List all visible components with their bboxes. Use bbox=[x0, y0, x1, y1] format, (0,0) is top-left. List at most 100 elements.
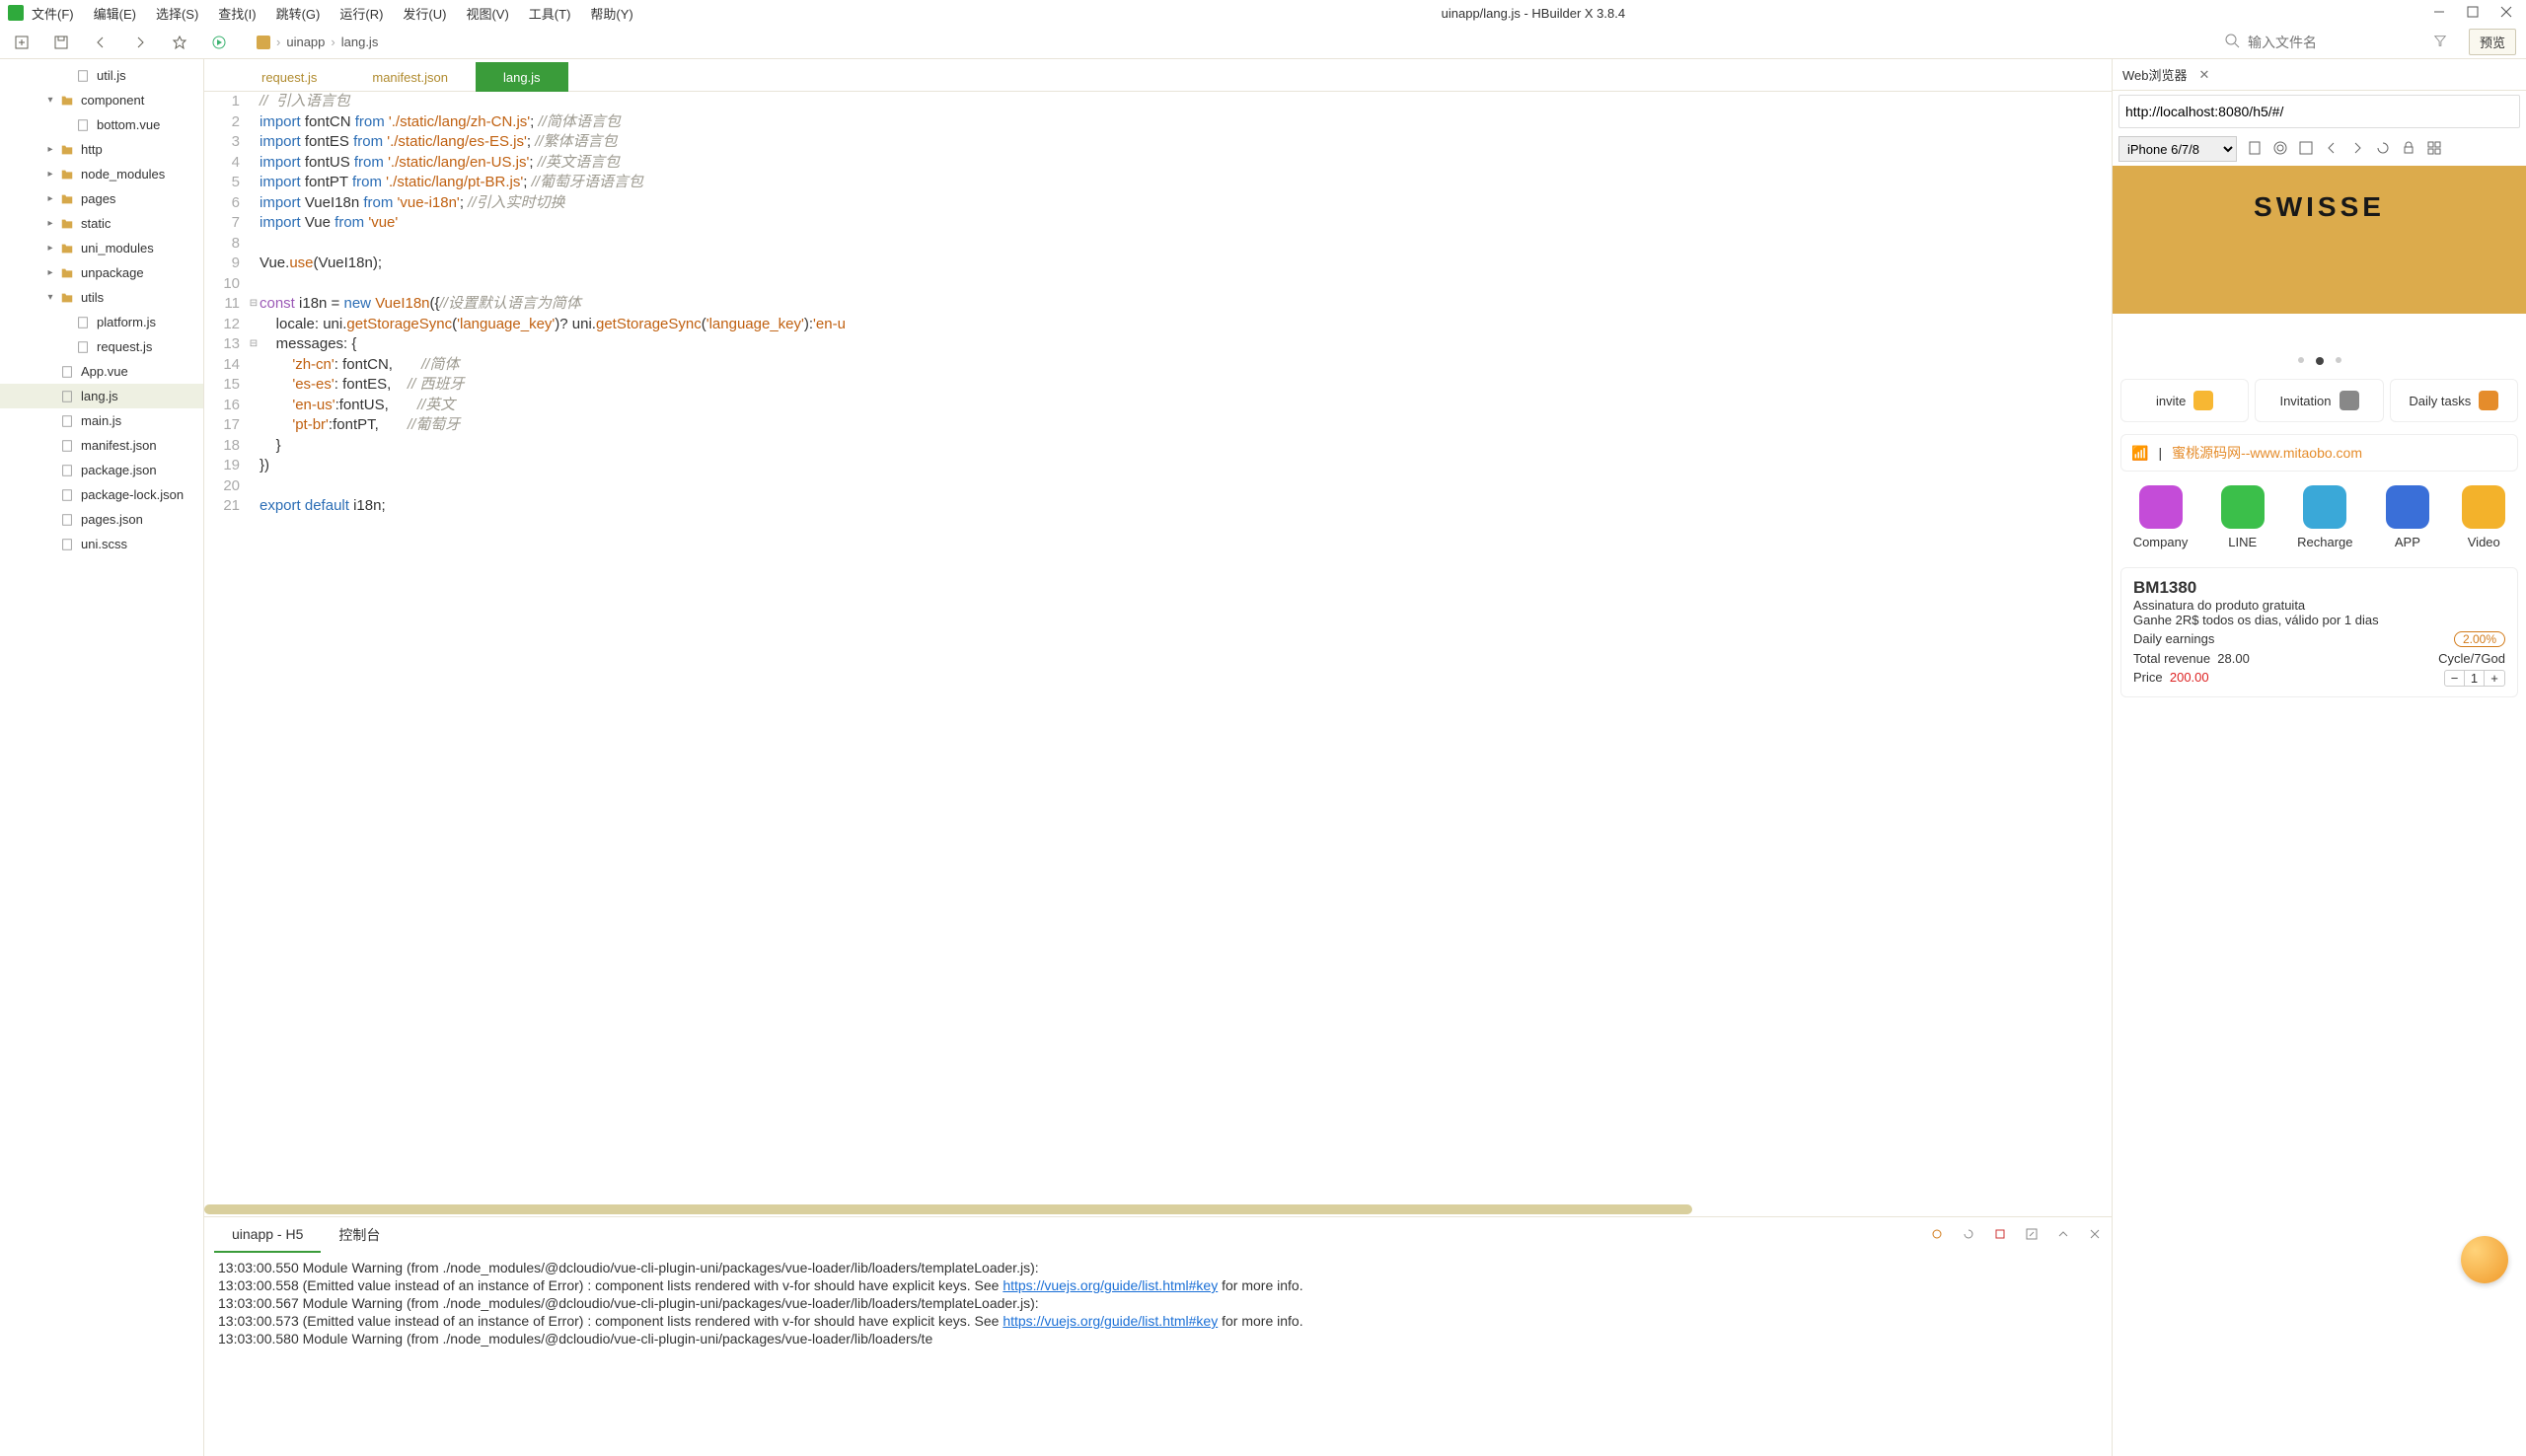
bug-icon[interactable] bbox=[1930, 1227, 1944, 1244]
app-shortcut[interactable]: Video bbox=[2462, 485, 2505, 549]
tree-file[interactable]: lang.js bbox=[0, 384, 203, 408]
console-tab-run[interactable]: uinapp - H5 bbox=[214, 1217, 321, 1253]
app-shortcut[interactable]: APP bbox=[2386, 485, 2429, 549]
run-icon[interactable] bbox=[207, 31, 231, 54]
app-shortcut[interactable]: Recharge bbox=[2297, 485, 2352, 549]
device-select[interactable]: iPhone 6/7/8 bbox=[2118, 136, 2237, 162]
carousel-dots bbox=[2298, 357, 2341, 365]
nav-back-icon[interactable] bbox=[2324, 140, 2340, 159]
tree-folder[interactable]: ▸unpackage bbox=[0, 260, 203, 285]
menu-publish[interactable]: 发行(U) bbox=[403, 4, 446, 23]
star-icon[interactable] bbox=[168, 31, 191, 54]
floating-action-button[interactable] bbox=[2461, 1236, 2508, 1283]
url-input[interactable] bbox=[2125, 104, 2513, 119]
tree-file[interactable]: platform.js bbox=[0, 310, 203, 334]
tree-folder[interactable]: ▸node_modules bbox=[0, 162, 203, 186]
quantity-stepper[interactable]: −1+ bbox=[2444, 670, 2505, 687]
tree-folder[interactable]: ▸uni_modules bbox=[0, 236, 203, 260]
product-card[interactable]: BM1380 Assinatura do produto gratuita Ga… bbox=[2120, 567, 2518, 697]
tree-file[interactable]: uni.scss bbox=[0, 532, 203, 556]
tree-folder[interactable]: ▾utils bbox=[0, 285, 203, 310]
stop-icon[interactable] bbox=[1993, 1227, 2007, 1244]
menu-edit[interactable]: 编辑(E) bbox=[94, 4, 136, 23]
close-panel-icon[interactable] bbox=[2088, 1227, 2102, 1244]
browser-tab-close-icon[interactable]: ✕ bbox=[2199, 67, 2210, 83]
notice-bar[interactable]: 📶 | 蜜桃源码网--www.mitaobo.com bbox=[2120, 434, 2518, 472]
menu-select[interactable]: 选择(S) bbox=[156, 4, 198, 23]
app-header: SWISSE bbox=[2113, 166, 2526, 314]
tree-file[interactable]: request.js bbox=[0, 334, 203, 359]
brand-logo: SWISSE bbox=[2254, 191, 2385, 223]
cycle-value: Cycle/7God bbox=[2438, 651, 2505, 666]
menu-goto[interactable]: 跳转(G) bbox=[276, 4, 321, 23]
notice-text: 蜜桃源码网--www.mitaobo.com bbox=[2172, 443, 2362, 463]
tree-file[interactable]: bottom.vue bbox=[0, 112, 203, 137]
inspect-icon[interactable] bbox=[2298, 140, 2314, 159]
tree-file[interactable]: package-lock.json bbox=[0, 482, 203, 507]
console-tab-terminal[interactable]: 控制台 bbox=[321, 1217, 398, 1253]
settings-icon[interactable] bbox=[2272, 140, 2288, 159]
tree-folder[interactable]: ▸pages bbox=[0, 186, 203, 211]
editor-tab[interactable]: manifest.json bbox=[344, 62, 476, 92]
toolbar: › uinapp › lang.js 预览 bbox=[0, 26, 2526, 59]
close-icon[interactable] bbox=[2500, 6, 2512, 21]
app-logo bbox=[8, 5, 24, 21]
action-card[interactable]: Invitation bbox=[2255, 379, 2383, 422]
rotate-icon[interactable] bbox=[2247, 140, 2263, 159]
breadcrumb-file[interactable]: lang.js bbox=[341, 35, 379, 49]
project-tree: util.js▾componentbottom.vue▸http▸node_mo… bbox=[0, 59, 204, 1456]
action-card[interactable]: invite bbox=[2120, 379, 2249, 422]
tree-file[interactable]: pages.json bbox=[0, 507, 203, 532]
editor-tabs: request.jsmanifest.jsonlang.js bbox=[204, 59, 2112, 92]
search-input[interactable] bbox=[2248, 35, 2425, 50]
menu-tools[interactable]: 工具(T) bbox=[529, 4, 571, 23]
menu-view[interactable]: 视图(V) bbox=[466, 4, 508, 23]
tree-file[interactable]: package.json bbox=[0, 458, 203, 482]
minimize-icon[interactable] bbox=[2433, 6, 2445, 21]
tree-folder[interactable]: ▾component bbox=[0, 88, 203, 112]
restart-icon[interactable] bbox=[1962, 1227, 1975, 1244]
forward-icon[interactable] bbox=[128, 31, 152, 54]
preview-button[interactable]: 预览 bbox=[2469, 29, 2516, 55]
menu-bar: 文件(F) 编辑(E) 选择(S) 查找(I) 跳转(G) 运行(R) 发行(U… bbox=[32, 4, 633, 23]
phone-viewport[interactable]: SWISSE inviteInvitationDaily tasks 📶 | 蜜… bbox=[2113, 166, 2526, 1456]
editor-panel: request.jsmanifest.jsonlang.js 123456789… bbox=[204, 59, 2112, 1456]
tree-folder[interactable]: ▸static bbox=[0, 211, 203, 236]
filter-icon[interactable] bbox=[2433, 34, 2447, 50]
browser-preview: Web浏览器 ✕ iPhone 6/7/8 SWISSE bbox=[2112, 59, 2526, 1456]
price-value: 200.00 bbox=[2170, 670, 2209, 685]
tree-folder[interactable]: ▸http bbox=[0, 137, 203, 162]
editor-tab[interactable]: lang.js bbox=[476, 62, 568, 92]
app-shortcut[interactable]: Company bbox=[2133, 485, 2189, 549]
grid-icon[interactable] bbox=[2426, 140, 2442, 159]
tree-file[interactable]: main.js bbox=[0, 408, 203, 433]
console-output[interactable]: 13:03:00.550 Module Warning (from ./node… bbox=[204, 1253, 2112, 1456]
new-project-icon[interactable] bbox=[10, 31, 34, 54]
lock-icon[interactable] bbox=[2401, 140, 2416, 159]
app-shortcut[interactable]: LINE bbox=[2221, 485, 2265, 549]
maximize-icon[interactable] bbox=[2467, 6, 2479, 21]
editor-tab[interactable]: request.js bbox=[234, 62, 344, 92]
collapse-icon[interactable] bbox=[2056, 1227, 2070, 1244]
menu-run[interactable]: 运行(R) bbox=[339, 4, 383, 23]
action-card[interactable]: Daily tasks bbox=[2390, 379, 2518, 422]
menu-find[interactable]: 查找(I) bbox=[218, 4, 256, 23]
tree-file[interactable]: App.vue bbox=[0, 359, 203, 384]
tree-file[interactable]: util.js bbox=[0, 63, 203, 88]
menu-file[interactable]: 文件(F) bbox=[32, 4, 74, 23]
total-label: Total revenue bbox=[2133, 651, 2210, 666]
menu-help[interactable]: 帮助(Y) bbox=[590, 4, 632, 23]
breadcrumb-project[interactable]: uinapp bbox=[286, 35, 325, 49]
code-editor[interactable]: 123456789101112131415161718192021 ⊟⊟ // … bbox=[204, 92, 2112, 1202]
horizontal-scrollbar[interactable] bbox=[204, 1202, 2112, 1216]
browser-tab-label: Web浏览器 bbox=[2122, 65, 2188, 84]
save-icon[interactable] bbox=[49, 31, 73, 54]
back-icon[interactable] bbox=[89, 31, 112, 54]
nav-forward-icon[interactable] bbox=[2349, 140, 2365, 159]
reload-icon[interactable] bbox=[2375, 140, 2391, 159]
breadcrumb: › uinapp › lang.js bbox=[257, 35, 378, 49]
search-icon[interactable] bbox=[2224, 33, 2240, 51]
product-desc: Ganhe 2R$ todos os dias, válido por 1 di… bbox=[2133, 613, 2505, 627]
open-external-icon[interactable] bbox=[2025, 1227, 2039, 1244]
tree-file[interactable]: manifest.json bbox=[0, 433, 203, 458]
